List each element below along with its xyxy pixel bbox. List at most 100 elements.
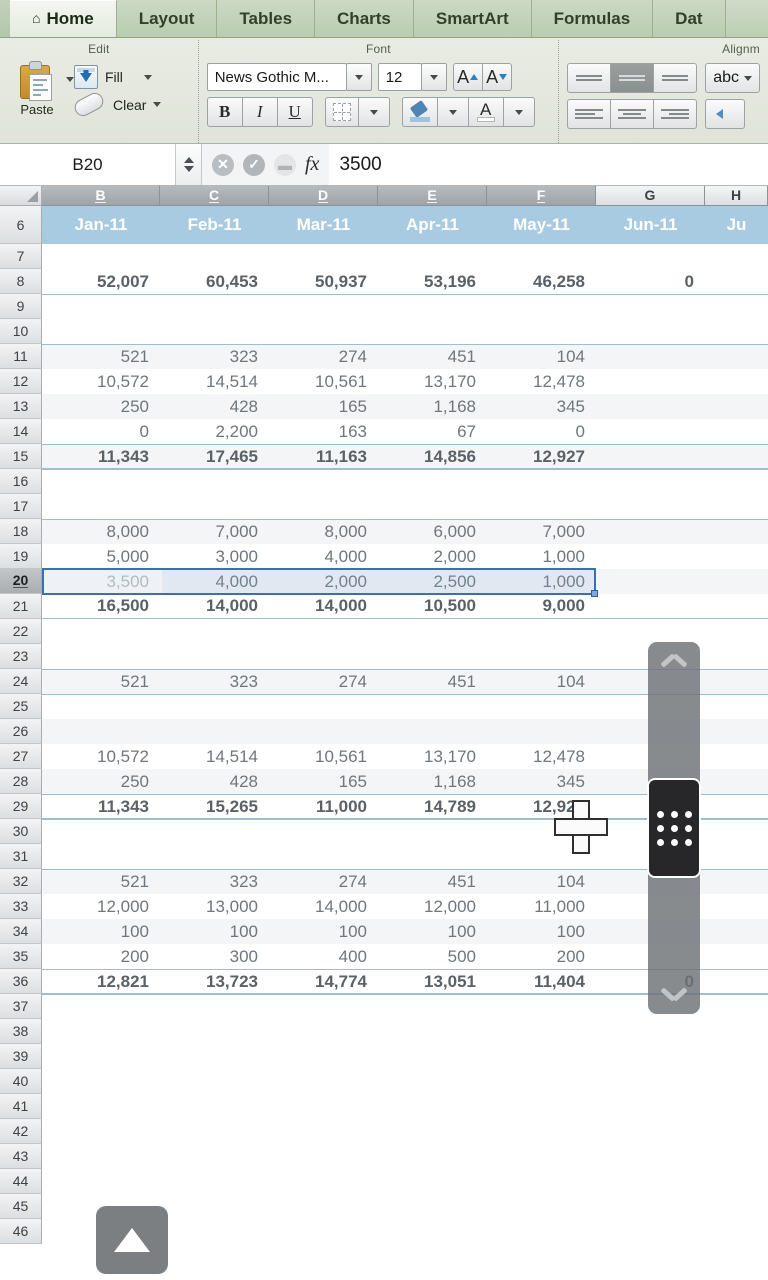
cell-D10[interactable] [269,319,378,344]
cell-C44[interactable] [160,1169,269,1194]
cell-E25[interactable] [378,695,487,719]
wrap-text-button[interactable]: abc [705,63,760,93]
cell-E18[interactable]: 6,000 [378,520,487,544]
row-header-23[interactable]: 23 [0,644,42,669]
cell-D8[interactable]: 50,937 [269,269,378,294]
cell-E28[interactable]: 1,168 [378,769,487,794]
cell-B9[interactable] [42,295,160,319]
cell-G13[interactable] [596,394,705,419]
cell-C46[interactable] [160,1219,269,1244]
cell-H25[interactable] [705,695,768,719]
cell-G22[interactable] [596,619,705,644]
cell-F19[interactable]: 1,000 [487,544,596,569]
cell-F44[interactable] [487,1169,596,1194]
cell-F43[interactable] [487,1144,596,1169]
cell-D42[interactable] [269,1119,378,1144]
table-row[interactable] [42,1169,768,1194]
cell-B10[interactable] [42,319,160,344]
cell-E22[interactable] [378,619,487,644]
cell-F40[interactable] [487,1069,596,1094]
cell-D34[interactable]: 100 [269,919,378,944]
cell-E26[interactable] [378,719,487,744]
cell-E40[interactable] [378,1069,487,1094]
cell-G40[interactable] [596,1069,705,1094]
align-center-button[interactable] [610,99,655,129]
cell-H42[interactable] [705,1119,768,1144]
cell-B36[interactable]: 12,821 [42,970,160,993]
cell-C19[interactable]: 3,000 [160,544,269,569]
cell-H31[interactable] [705,844,768,869]
table-row[interactable] [42,494,768,519]
ribbon-tab-charts[interactable]: Charts [315,0,414,37]
cell-H44[interactable] [705,1169,768,1194]
cell-C45[interactable] [160,1194,269,1219]
row-header-43[interactable]: 43 [0,1144,42,1169]
cell-B21[interactable]: 16,500 [42,594,160,618]
cell-G45[interactable] [596,1194,705,1219]
cell-B28[interactable]: 250 [42,769,160,794]
cell-E7[interactable] [378,244,487,269]
cell-D18[interactable]: 8,000 [269,520,378,544]
cell-E20[interactable]: 2,500 [378,569,487,594]
cell-H40[interactable] [705,1069,768,1094]
cell-C33[interactable]: 13,000 [160,894,269,919]
cell-B42[interactable] [42,1119,160,1144]
cell-H10[interactable] [705,319,768,344]
cell-E43[interactable] [378,1144,487,1169]
cell-D13[interactable]: 165 [269,394,378,419]
row-header-21[interactable]: 21 [0,594,42,619]
cell-C17[interactable] [160,494,269,519]
cell-G8[interactable]: 0 [596,269,705,294]
cell-F41[interactable] [487,1094,596,1119]
font-name-input[interactable]: News Gothic M... [206,63,347,91]
cell-B22[interactable] [42,619,160,644]
cell-F17[interactable] [487,494,596,519]
row-header-25[interactable]: 25 [0,694,42,719]
row-header-39[interactable]: 39 [0,1044,42,1069]
cell-B39[interactable] [42,1044,160,1069]
cell-H13[interactable] [705,394,768,419]
cell-G9[interactable] [596,295,705,319]
cell-C16[interactable] [160,470,269,494]
italic-button[interactable]: I [241,97,278,127]
cell-F6[interactable]: May-11 [487,206,596,244]
cell-F34[interactable]: 100 [487,919,596,944]
cell-C22[interactable] [160,619,269,644]
table-row[interactable] [42,1144,768,1169]
row-header-42[interactable]: 42 [0,1119,42,1144]
cell-D7[interactable] [269,244,378,269]
font-size-dropdown[interactable] [420,63,447,91]
cell-C30[interactable] [160,820,269,844]
row-header-11[interactable]: 11 [0,344,42,369]
row-header-33[interactable]: 33 [0,894,42,919]
font-color-button[interactable]: A [467,97,504,127]
cell-G19[interactable] [596,544,705,569]
table-row[interactable] [42,469,768,494]
cancel-icon[interactable]: ✕ [212,153,234,176]
cell-E8[interactable]: 53,196 [378,269,487,294]
cell-F18[interactable]: 7,000 [487,520,596,544]
borders-dropdown[interactable] [357,97,390,127]
cell-E9[interactable] [378,295,487,319]
cell-B33[interactable]: 12,000 [42,894,160,919]
cell-H16[interactable] [705,470,768,494]
cell-H17[interactable] [705,494,768,519]
cell-G17[interactable] [596,494,705,519]
cell-H33[interactable] [705,894,768,919]
cell-F36[interactable]: 11,404 [487,970,596,993]
row-header-13[interactable]: 13 [0,394,42,419]
table-row[interactable]: 3,500 4,000 2,000 2,500 1,000 [42,569,768,594]
paste-button[interactable]: Paste [8,59,66,117]
cell-H32[interactable] [705,870,768,894]
row-header-10[interactable]: 10 [0,319,42,344]
cell-F22[interactable] [487,619,596,644]
cell-C25[interactable] [160,695,269,719]
cell-H35[interactable] [705,944,768,969]
row-header-14[interactable]: 14 [0,419,42,444]
cell-F27[interactable]: 12,478 [487,744,596,769]
cell-F9[interactable] [487,295,596,319]
align-top-button[interactable] [567,63,612,93]
row-header-28[interactable]: 28 [0,769,42,794]
chevron-down-icon[interactable] [661,986,687,1004]
fill-color-dropdown[interactable] [436,97,469,127]
